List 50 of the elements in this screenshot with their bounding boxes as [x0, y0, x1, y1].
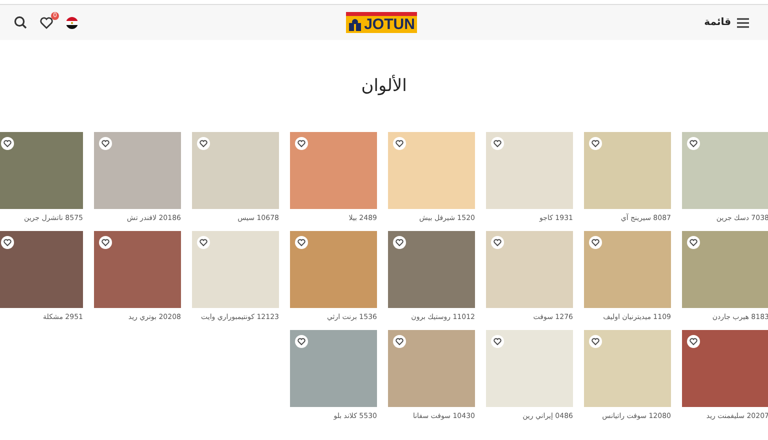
color-swatch[interactable]: [290, 330, 377, 407]
color-swatch[interactable]: [192, 132, 279, 209]
color-swatch[interactable]: [0, 132, 83, 209]
color-swatch[interactable]: [584, 132, 671, 209]
heart-icon[interactable]: [295, 236, 308, 249]
heart-icon[interactable]: [40, 16, 53, 28]
color-swatch[interactable]: [388, 330, 475, 407]
heart-icon[interactable]: [687, 137, 700, 150]
heart-icon[interactable]: [1, 236, 14, 249]
heart-icon[interactable]: [491, 236, 504, 249]
heart-icon[interactable]: [393, 236, 406, 249]
color-swatch[interactable]: [290, 132, 377, 209]
color-swatch[interactable]: [192, 231, 279, 308]
heart-icon[interactable]: [99, 137, 112, 150]
color-swatch[interactable]: [290, 231, 377, 308]
heart-icon[interactable]: [1, 137, 14, 150]
color-swatch[interactable]: [388, 132, 475, 209]
brand-logo[interactable]: JOTUN: [346, 12, 417, 33]
heart-icon[interactable]: [99, 236, 112, 249]
heart-icon[interactable]: [589, 335, 602, 348]
heart-icon[interactable]: [687, 236, 700, 249]
color-swatch[interactable]: [584, 231, 671, 308]
color-swatch[interactable]: [682, 231, 768, 308]
heart-icon[interactable]: [295, 335, 308, 348]
color-swatch[interactable]: [682, 132, 768, 209]
menu-icon[interactable]: [737, 18, 749, 28]
color-swatch[interactable]: [682, 330, 768, 407]
color-swatch[interactable]: [0, 231, 83, 308]
heart-icon[interactable]: [687, 335, 700, 348]
heart-icon[interactable]: [197, 137, 210, 150]
color-swatch[interactable]: [486, 330, 573, 407]
heart-icon[interactable]: [393, 137, 406, 150]
search-icon[interactable]: [14, 16, 27, 29]
color-swatch[interactable]: [94, 132, 181, 209]
flag-icon[interactable]: [66, 16, 78, 28]
color-swatch[interactable]: [388, 231, 475, 308]
color-swatch[interactable]: [486, 231, 573, 308]
color-swatch[interactable]: [584, 330, 671, 407]
heart-icon[interactable]: [393, 335, 406, 348]
page-title: الألوان: [360, 74, 408, 96]
color-swatch[interactable]: [94, 231, 181, 308]
figure-icon: [348, 18, 362, 32]
menu-label[interactable]: قائمة: [704, 17, 731, 28]
heart-icon[interactable]: [589, 137, 602, 150]
heart-icon[interactable]: [295, 137, 308, 150]
heart-icon[interactable]: [197, 236, 210, 249]
heart-icon[interactable]: [491, 137, 504, 150]
heart-icon[interactable]: [589, 236, 602, 249]
color-swatch[interactable]: [486, 132, 573, 209]
heart-icon[interactable]: [491, 335, 504, 348]
